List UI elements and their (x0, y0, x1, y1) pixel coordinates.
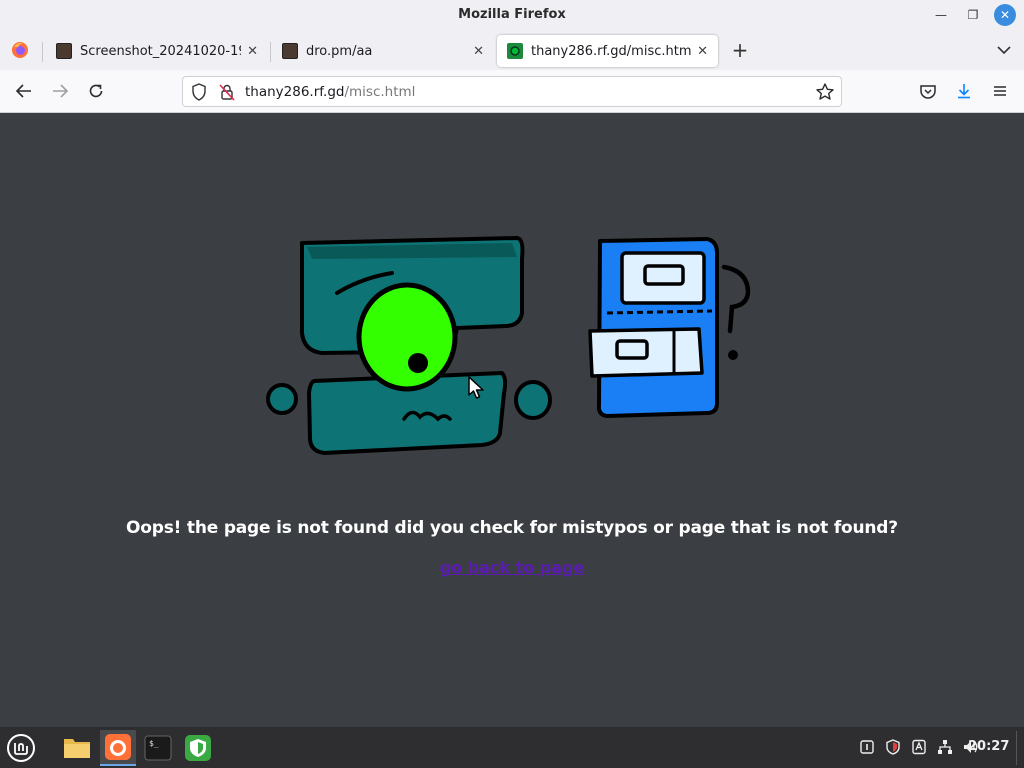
tab-dro[interactable]: dro.pm/aa ✕ (272, 35, 494, 67)
svg-text:$_: $_ (149, 739, 159, 748)
terminal-icon: $_ (144, 735, 172, 761)
tab-label: thany286.rf.gd/misc.html (531, 43, 692, 59)
mint-logo-icon (7, 734, 35, 762)
not-found-illustration (266, 236, 751, 455)
reload-button[interactable] (84, 79, 108, 103)
shield-app-icon (185, 735, 211, 761)
tab-label: Screenshot_20241020-1900 (80, 43, 241, 59)
tab-misc-active[interactable]: thany286.rf.gd/misc.html ✕ (497, 35, 718, 67)
close-tab-icon[interactable]: ✕ (247, 44, 258, 59)
forward-button[interactable] (48, 79, 72, 103)
pocket-button[interactable] (916, 79, 940, 103)
system-taskbar: $_ 20:27 (0, 727, 1024, 768)
firefox-app-icon (105, 734, 131, 760)
security-shield-tray-icon[interactable] (884, 738, 902, 756)
url-path: /misc.html (344, 84, 416, 100)
firefox-launcher[interactable] (100, 730, 136, 766)
bookmark-star-icon[interactable] (815, 82, 835, 106)
update-manager-icon[interactable] (858, 738, 876, 756)
url-bar[interactable]: thany286.rf.gd/misc.html (182, 76, 842, 107)
downloads-button[interactable] (952, 79, 976, 103)
firefox-icon (12, 42, 28, 58)
insecure-lock-icon[interactable] (219, 83, 235, 105)
security-app-launcher[interactable] (180, 730, 216, 766)
new-tab-button[interactable]: + (728, 38, 752, 62)
arrow-left-icon (15, 84, 31, 98)
clock[interactable]: 20:27 (968, 739, 1009, 754)
start-menu-button[interactable] (3, 730, 39, 766)
keyboard-layout-icon[interactable] (910, 738, 928, 756)
minimize-button[interactable]: — (930, 4, 952, 26)
tab-label: dro.pm/aa (306, 43, 373, 59)
page-content: Oops! the page is not found did you chec… (0, 113, 1024, 727)
tab-strip: Screenshot_20241020-1900 ✕ dro.pm/aa ✕ t… (0, 30, 1024, 70)
chevron-down-icon (997, 46, 1011, 55)
files-launcher[interactable] (59, 730, 95, 766)
url-host: thany286.rf.gd (245, 84, 345, 100)
tab-favicon-icon (507, 43, 523, 59)
back-button[interactable] (12, 79, 36, 103)
network-icon[interactable] (936, 738, 954, 756)
close-tab-icon[interactable]: ✕ (697, 44, 708, 59)
download-icon (958, 84, 970, 99)
not-found-message: Oops! the page is not found did you chec… (126, 518, 898, 538)
system-tray (858, 738, 980, 756)
folder-icon (64, 739, 90, 758)
hamburger-menu-icon (994, 86, 1006, 96)
tab-favicon-icon (56, 43, 72, 59)
close-tab-icon[interactable]: ✕ (473, 44, 484, 59)
tracking-protection-shield-icon[interactable] (191, 83, 207, 105)
url-text: thany286.rf.gd/misc.html (245, 84, 415, 100)
window-titlebar: Mozilla Firefox — ❐ ✕ (0, 0, 1024, 30)
tab-favicon-icon (282, 43, 298, 59)
firefox-view-button[interactable] (6, 36, 34, 64)
terminal-launcher[interactable]: $_ (140, 730, 176, 766)
window-title: Mozilla Firefox (458, 7, 566, 22)
back-link-container: go back to page (0, 558, 1024, 577)
mouse-cursor-icon (468, 376, 484, 399)
reload-icon (89, 84, 103, 98)
navigation-toolbar: thany286.rf.gd/misc.html (0, 70, 1024, 113)
go-back-link[interactable]: go back to page (440, 558, 585, 577)
arrow-right-icon (53, 84, 69, 98)
close-window-button[interactable]: ✕ (994, 4, 1016, 26)
pocket-icon (920, 85, 936, 99)
maximize-button[interactable]: ❐ (962, 4, 984, 26)
window-controls: — ❐ ✕ (930, 4, 1016, 26)
app-menu-button[interactable] (988, 79, 1012, 103)
tab-separator (42, 42, 43, 62)
list-all-tabs-button[interactable] (992, 38, 1016, 62)
tab-screenshot[interactable]: Screenshot_20241020-1900 ✕ (46, 35, 268, 67)
tab-separator (270, 42, 271, 62)
show-desktop-button[interactable] (1016, 731, 1024, 765)
